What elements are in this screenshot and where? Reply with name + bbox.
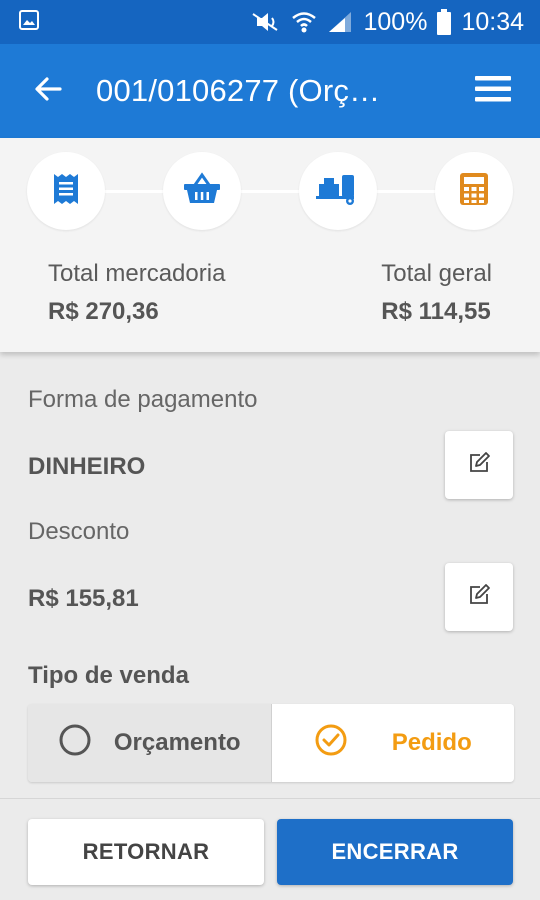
discount-label: Desconto — [28, 518, 130, 545]
menu-button[interactable] — [446, 44, 540, 138]
sale-type-toggle: Orçamento Pedido — [28, 704, 514, 782]
option-orcamento-label: Orçamento — [113, 729, 241, 756]
status-bar: 100% 10:34 — [0, 0, 540, 44]
page-title: 001/0106277 (Orç… — [96, 73, 381, 108]
edit-icon — [467, 583, 491, 612]
order-summary: Total mercadoria R$ 270,36 Total geral R… — [0, 138, 540, 352]
radio-unchecked-icon — [58, 723, 92, 764]
delivery-truck-icon — [316, 172, 360, 211]
gallery-icon — [18, 9, 40, 36]
back-button[interactable] — [0, 44, 96, 138]
option-pedido[interactable]: Pedido — [271, 704, 514, 782]
return-button[interactable]: RETORNAR — [28, 819, 264, 885]
battery-icon — [437, 9, 452, 35]
arrow-left-icon — [33, 74, 63, 109]
edit-discount-button[interactable] — [445, 563, 513, 631]
total-merchandise: Total mercadoria R$ 270,36 — [48, 260, 225, 326]
check-circle-icon — [314, 723, 348, 764]
total-grand: Total geral R$ 114,55 — [381, 260, 492, 326]
payment-label: Forma de pagamento — [28, 386, 258, 413]
step-cart[interactable] — [163, 152, 241, 230]
stepper-line — [66, 190, 474, 193]
hamburger-menu-icon — [475, 74, 511, 109]
payment-value: DINHEIRO — [28, 453, 146, 480]
total-merchandise-label: Total mercadoria — [48, 260, 226, 287]
sale-type-title: Tipo de venda — [28, 662, 189, 689]
total-grand-label: Total geral — [381, 260, 492, 287]
step-delivery[interactable] — [299, 152, 377, 230]
option-orcamento[interactable]: Orçamento — [28, 704, 272, 782]
checkout-stepper — [0, 152, 540, 230]
battery-percent: 100% — [363, 7, 428, 36]
step-items[interactable] — [27, 152, 105, 230]
clock: 10:34 — [461, 7, 524, 36]
step-totals[interactable] — [435, 152, 513, 230]
close-order-button[interactable]: ENCERRAR — [277, 819, 513, 885]
signal-icon — [327, 10, 353, 34]
edit-payment-button[interactable] — [445, 431, 513, 499]
app-bar: 001/0106277 (Orç… — [0, 44, 540, 138]
basket-icon — [182, 171, 222, 211]
footer-actions: RETORNAR ENCERRAR — [0, 798, 540, 900]
mute-icon — [251, 10, 281, 34]
edit-icon — [467, 451, 491, 480]
total-merchandise-value: R$ 270,36 — [48, 298, 159, 325]
receipt-icon — [52, 172, 80, 211]
option-pedido-label: Pedido — [391, 729, 472, 756]
wifi-icon — [291, 10, 317, 34]
discount-value: R$ 155,81 — [28, 585, 139, 612]
totals: Total mercadoria R$ 270,36 Total geral R… — [48, 260, 492, 326]
calculator-icon — [459, 172, 489, 211]
total-grand-value: R$ 114,55 — [381, 298, 491, 325]
